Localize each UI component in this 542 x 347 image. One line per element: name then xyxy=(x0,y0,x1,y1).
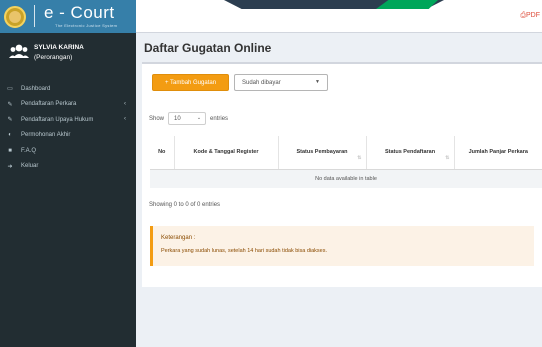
chevron-left-icon: ‹ xyxy=(124,100,126,107)
sidebar-item-pendaftaran-perkara[interactable]: ✎ Pendaftaran Perkara ‹ xyxy=(0,97,136,113)
column-label: Status Pembayaran xyxy=(296,149,348,156)
gugatan-list-box: + Tambah Gugatan Sudah dibayar ▼ Show 10… xyxy=(142,62,542,287)
empty-table-message: No data available in table xyxy=(150,169,542,188)
sidebar: e - Court The Electronic Justice System … xyxy=(0,0,136,347)
edit-icon: ✎ xyxy=(7,117,13,124)
page-title: Daftar Gugatan Online xyxy=(144,41,272,55)
table-info: Showing 0 to 0 of 0 entries xyxy=(149,202,221,208)
add-gugatan-button[interactable]: + Tambah Gugatan xyxy=(152,74,229,91)
column-header-status-pembayaran[interactable]: Status Pembayaran ⇅ xyxy=(278,136,367,170)
user-role: (Perorangan) xyxy=(34,54,73,61)
payment-status-filter[interactable]: Sudah dibayar ▼ xyxy=(234,74,328,91)
page-length-select[interactable]: 10 ⌄ xyxy=(168,112,207,125)
column-header-kode-tanggal[interactable]: Kode & Tanggal Register xyxy=(174,136,279,170)
sidebar-item-pendaftaran-upaya-hukum[interactable]: ✎ Pendaftaran Upaya Hukum ‹ xyxy=(0,112,136,128)
sidebar-item-label: Pendaftaran Perkara xyxy=(21,101,77,108)
table-row: No data available in table xyxy=(150,169,542,188)
toggle-icon: ◐ xyxy=(8,132,12,139)
sort-icon: ⇅ xyxy=(357,154,362,161)
column-header-jumlah-panjar[interactable]: Jumlah Panjar Perkara xyxy=(454,136,542,170)
sidebar-item-label: Permohonan Akhir xyxy=(21,132,71,139)
logo-divider xyxy=(34,5,35,27)
pdf-download-link[interactable]: ⎙PDF xyxy=(520,12,540,20)
pdf-label: PDF xyxy=(526,12,540,19)
sidebar-item-keluar[interactable]: ➜ Keluar xyxy=(0,159,136,175)
sidebar-item-label: Pendaftaran Upaya Hukum xyxy=(21,116,94,123)
column-label: Jumlah Panjar Perkara xyxy=(468,149,528,156)
column-label: Status Pendaftaran xyxy=(384,149,436,156)
user-panel: SYLVIA KARINA (Perorangan) xyxy=(0,33,136,77)
chevron-down-icon: ⌄ xyxy=(196,115,202,121)
sort-icon: ⇅ xyxy=(445,154,450,161)
sidebar-item-faq[interactable]: ■ F.A.Q xyxy=(0,143,136,159)
page-length-control: Show 10 ⌄ entries xyxy=(149,112,228,125)
book-icon: ■ xyxy=(8,147,12,154)
entries-label: entries xyxy=(210,115,229,122)
logo-bar[interactable]: e - Court The Electronic Justice System xyxy=(0,0,136,33)
caret-down-icon: ▼ xyxy=(315,79,320,85)
top-header: ⎙PDF xyxy=(136,0,542,33)
show-label: Show xyxy=(149,115,165,122)
user-name: SYLVIA KARINA xyxy=(34,44,84,51)
page-length-value: 10 xyxy=(174,115,181,122)
sidebar-item-permohonan-akhir[interactable]: ◐ Permohonan Akhir xyxy=(0,128,136,144)
user-group-icon xyxy=(9,44,29,58)
column-header-status-pendaftaran[interactable]: Status Pendaftaran ⇅ xyxy=(366,136,455,170)
court-emblem-icon xyxy=(4,6,26,28)
sidebar-item-label: Keluar xyxy=(21,163,39,170)
chevron-left-icon: ‹ xyxy=(124,116,126,122)
sidebar-item-dashboard[interactable]: ▭ Dashboard xyxy=(0,81,136,97)
info-callout: Keterangan : Perkara yang sudah lunas, s… xyxy=(150,226,534,266)
callout-title: Keterangan : xyxy=(161,235,196,241)
sidebar-item-label: F.A.Q xyxy=(21,147,37,154)
column-label: Kode & Tanggal Register xyxy=(193,149,259,156)
brand-logo: e - Court xyxy=(44,3,115,22)
sidebar-menu: ▭ Dashboard ✎ Pendaftaran Perkara ‹ ✎ Pe… xyxy=(0,81,136,174)
monitor-icon: ▭ xyxy=(7,86,13,93)
column-label: No xyxy=(158,149,166,156)
sidebar-item-label: Dashboard xyxy=(21,85,51,92)
brand-tagline: The Electronic Justice System xyxy=(55,23,118,28)
callout-text: Perkara yang sudah lunas, setelah 14 har… xyxy=(161,248,328,254)
filter-selected-value: Sudah dibayar xyxy=(242,79,281,86)
column-header-no[interactable]: No xyxy=(150,136,175,170)
logout-icon: ➜ xyxy=(7,163,13,170)
edit-icon: ✎ xyxy=(7,101,13,108)
gugatan-table: No Kode & Tanggal Register Status Pembay… xyxy=(150,136,542,188)
